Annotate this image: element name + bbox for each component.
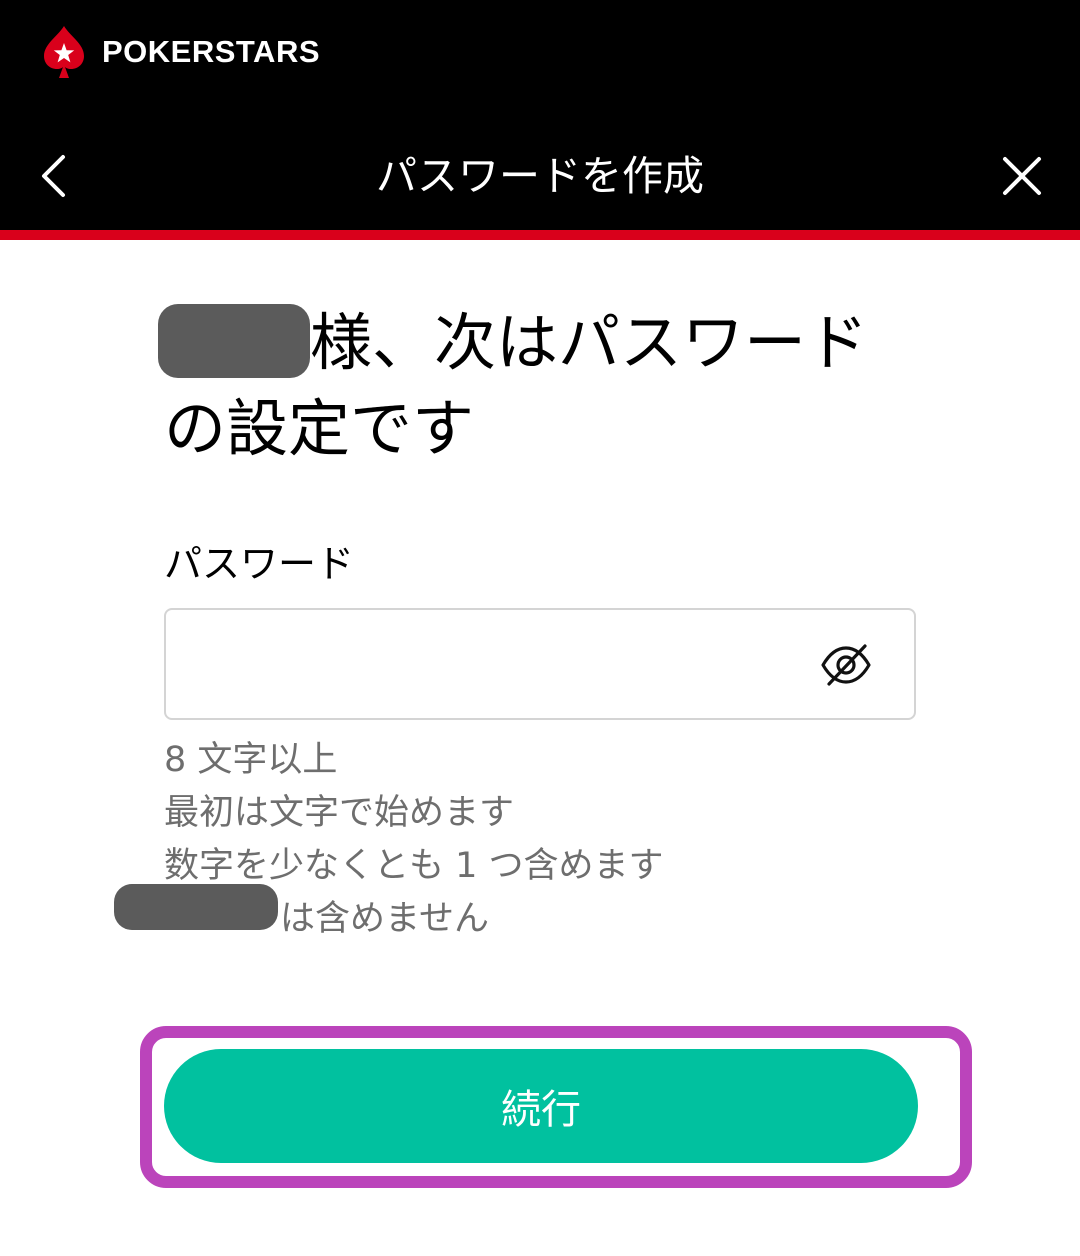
page-title: パスワードを作成 (376, 152, 704, 200)
close-button[interactable] (996, 150, 1048, 202)
spade-star-icon (44, 26, 84, 78)
requirement-item: 最初は文字で始めます (164, 793, 515, 833)
continue-button[interactable]: 続行 (164, 1049, 918, 1163)
password-label: パスワード (164, 542, 355, 586)
password-requirements: 8 文字以上 最初は文字で始めます 数字を少なくとも 1 つ含めます は含めませ… (164, 734, 924, 946)
create-password-page: POKERSTARS パスワードを作成 様、次はパスワードの設定です パスワード (0, 0, 1080, 1256)
brand-name: POKERSTARS (102, 34, 321, 69)
accent-divider (0, 230, 1080, 240)
back-button[interactable] (28, 150, 80, 202)
eye-off-icon (821, 644, 871, 686)
password-input[interactable] (186, 630, 810, 702)
top-bar: POKERSTARS パスワードを作成 (0, 0, 1080, 230)
requirement-item: 数字を少なくとも 1 つ含めます (164, 846, 664, 886)
redacted-text (114, 884, 278, 930)
brand-logo: POKERSTARS (40, 24, 360, 80)
greeting-heading: 様、次はパスワードの設定です (158, 300, 924, 472)
requirement-item: 8 文字以上 (164, 740, 338, 780)
close-icon (1003, 157, 1041, 195)
requirement-item: は含めません (280, 899, 489, 939)
chevron-left-icon (42, 155, 65, 197)
redacted-username (158, 304, 310, 378)
password-field (164, 608, 916, 720)
toggle-visibility-button[interactable] (818, 640, 874, 690)
